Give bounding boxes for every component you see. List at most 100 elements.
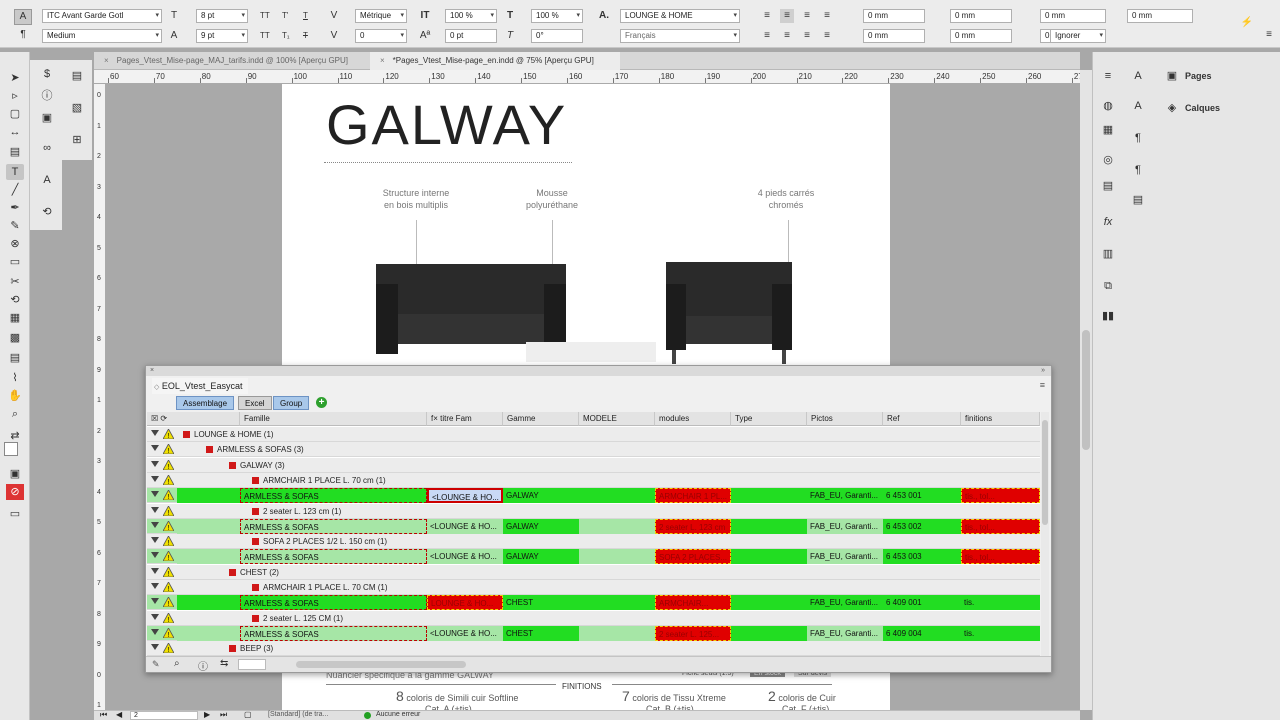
color-icon[interactable]: ◎ — [1099, 152, 1117, 168]
screen-mode-icon[interactable]: ▭ — [6, 506, 24, 522]
footer-input[interactable] — [238, 659, 266, 670]
search-icon[interactable]: ⌕ — [174, 658, 180, 669]
group-row[interactable]: ! GALWAY (3) — [147, 457, 1040, 473]
character-icon[interactable]: A — [1129, 68, 1147, 84]
cell-pictos[interactable]: FAB_EU, Garanti... — [807, 488, 883, 504]
cell-famille[interactable]: ARMLESS & SOFAS — [240, 549, 427, 565]
tab-document-2[interactable]: × *Pages_Vtest_Mise-page_en.indd @ 75% [A… — [370, 52, 620, 70]
gradient-feather-tool-icon[interactable]: ▩ — [6, 330, 24, 346]
excel-button[interactable]: Excel — [238, 396, 272, 410]
stroke-icon[interactable]: ▤ — [1099, 178, 1117, 194]
hyphenation-select[interactable]: Ignorer ▾ — [1050, 29, 1106, 43]
expand-chevron-icon[interactable] — [151, 460, 159, 467]
cell-empty[interactable] — [579, 595, 655, 611]
cell-titre[interactable]: <LOUNGE & HO... — [427, 518, 503, 534]
column-header-1[interactable]: Famille — [240, 412, 427, 426]
cell-empty[interactable] — [731, 518, 807, 534]
superscript-button[interactable]: T' — [282, 9, 288, 23]
cell-titre[interactable]: <LOUNGE & HO... — [427, 625, 503, 641]
close-tab-icon[interactable]: × — [380, 56, 385, 65]
cell-empty[interactable] — [579, 625, 655, 641]
cell-finitions[interactable]: tis., tol... — [961, 518, 1040, 534]
column-header-8[interactable]: Ref — [883, 412, 961, 426]
grid-vertical-scrollbar[interactable] — [1041, 412, 1049, 656]
expand-chevron-icon[interactable] — [151, 644, 159, 651]
type-tool-icon[interactable]: T — [6, 164, 24, 180]
tab-document-1[interactable]: × Pages_Vtest_Mise-page_MAJ_tarifs.indd @… — [94, 52, 370, 70]
cell-empty[interactable] — [731, 488, 807, 504]
last-line-indent-field[interactable]: 0 mm — [950, 29, 1012, 43]
align-center-icon[interactable]: ≡ — [780, 9, 794, 23]
cell-famille[interactable]: ARMLESS & SOFAS — [240, 488, 427, 504]
expand-chevron-icon[interactable] — [151, 491, 159, 498]
font-family-select[interactable]: ITC Avant Garde Gotl ▾ — [42, 9, 162, 23]
character-style-select[interactable]: LOUNGE & HOME ▾ — [620, 9, 740, 23]
cell-modules[interactable]: 2 seater L. 123 cm — [655, 518, 731, 534]
underline-button[interactable]: T — [303, 9, 308, 23]
cell-famille[interactable]: ARMLESS & SOFAS — [240, 625, 427, 641]
cell-gamme[interactable]: CHEST — [503, 625, 579, 641]
expand-chevron-icon[interactable] — [151, 445, 159, 452]
cell-pictos[interactable]: FAB_EU, Garanti... — [807, 625, 883, 641]
effects-icon[interactable]: ◍ — [1099, 98, 1117, 114]
cell-gamme[interactable]: GALWAY — [503, 549, 579, 565]
column-header-5[interactable]: modules — [655, 412, 731, 426]
hand-tool-icon[interactable]: ✋ — [6, 388, 24, 404]
group-row[interactable]: ! 2 seater L. 125 CM (1) — [147, 610, 1040, 626]
pen-tool-icon[interactable]: ✒ — [6, 200, 24, 216]
grid-corner-header[interactable]: ☒ ⟳ — [147, 412, 240, 426]
cell-empty[interactable] — [731, 595, 807, 611]
panel-menu-icon[interactable]: ≡ — [1262, 28, 1276, 42]
column-header-9[interactable]: finitions — [961, 412, 1040, 426]
note-tool-icon[interactable]: ▤ — [6, 350, 24, 366]
expand-chevron-icon[interactable] — [151, 506, 159, 513]
table-row[interactable]: ! ARMLESS & SOFAS <LOUNGE & HO... GALWAY ARM… — [147, 488, 1040, 504]
selection-tool-icon[interactable]: ➤ — [6, 70, 24, 86]
paragraph-icon[interactable]: ¶ — [1129, 130, 1147, 146]
group-row[interactable]: ! SOFA 2 PLACES 1/2 L. 150 cm (1) — [147, 534, 1040, 550]
scripts-icon[interactable]: ⟲ — [38, 204, 56, 220]
expand-chevron-icon[interactable] — [151, 552, 159, 559]
rectangle-tool-icon[interactable]: ▭ — [6, 254, 24, 270]
left-indent-field[interactable]: 0 mm — [863, 9, 925, 23]
small-caps-button[interactable]: TT — [260, 29, 270, 43]
direct-selection-tool-icon[interactable]: ▹ — [6, 88, 24, 104]
character-styles-icon[interactable]: A — [38, 172, 56, 188]
cell-famille[interactable]: ARMLESS & SOFAS — [240, 595, 427, 611]
free-transform-tool-icon[interactable]: ⟲ — [6, 292, 24, 308]
group-row[interactable]: ! ARMLESS & SOFAS (3) — [147, 442, 1040, 458]
first-page-icon[interactable]: ⏮ — [100, 710, 107, 720]
cell-ref[interactable]: 6 409 004 — [883, 625, 961, 641]
group-row[interactable]: ! 2 seater L. 123 cm (1) — [147, 503, 1040, 519]
cell-finitions[interactable]: tis., tol... — [961, 488, 1040, 504]
pencil-tool-icon[interactable]: ✎ — [6, 218, 24, 234]
group-row[interactable]: ! ARMCHAIR 1 PLACE L. 70 CM (1) — [147, 580, 1040, 595]
horizontal-scale-field[interactable]: 100 % ▾ — [531, 9, 583, 23]
first-line-indent-field[interactable]: 0 mm — [863, 29, 925, 43]
tab-close-icon[interactable]: ◇ — [154, 384, 159, 391]
page-title[interactable]: GALWAY — [326, 92, 567, 157]
transform-icon[interactable]: ⧉ — [1099, 278, 1117, 294]
justify-right-icon[interactable]: ≡ — [800, 29, 814, 43]
menu-icon[interactable]: ≡ — [1099, 68, 1117, 84]
layout-icon[interactable]: ▤ — [68, 68, 86, 84]
export-icon[interactable]: ▣ — [38, 110, 56, 126]
cell-gamme[interactable]: CHEST — [503, 595, 579, 611]
cell-gamme[interactable]: GALWAY — [503, 488, 579, 504]
font-style-select[interactable]: Medium ▾ — [42, 29, 162, 43]
character-mode-icon[interactable]: A — [14, 9, 32, 25]
cell-finitions[interactable]: tis., tol... — [961, 549, 1040, 565]
cell-finitions[interactable]: tis. — [961, 595, 1040, 611]
justify-all-icon[interactable]: ≡ — [820, 29, 834, 43]
cell-ref[interactable]: 6 453 002 — [883, 518, 961, 534]
sync-icon[interactable]: ⇆ — [220, 658, 228, 669]
cell-pictos[interactable]: FAB_EU, Garanti... — [807, 549, 883, 565]
preflight-status-label[interactable]: Aucune erreur — [376, 711, 420, 718]
expand-chevron-icon[interactable] — [151, 521, 159, 528]
gradient-tool-icon[interactable]: ▦ — [6, 310, 24, 326]
table-row[interactable]: ! ARMLESS & SOFAS <LOUNGE & HO... CHEST 2 se… — [147, 625, 1040, 641]
dollar-icon[interactable]: $ — [38, 66, 56, 82]
swatches-icon[interactable]: ▦ — [1099, 122, 1117, 138]
group-button[interactable]: Group — [273, 396, 310, 410]
gap-tool-icon[interactable]: ↔ — [6, 124, 24, 140]
